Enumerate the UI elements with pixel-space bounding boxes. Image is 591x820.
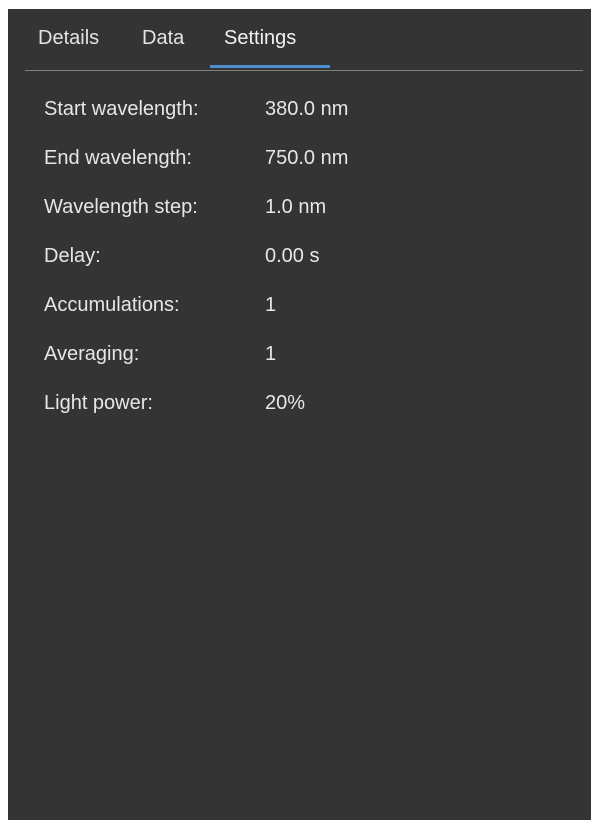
averaging-label: Averaging: bbox=[44, 343, 140, 365]
active-tab-indicator bbox=[210, 65, 330, 68]
end-wavelength-value: 750.0 nm bbox=[265, 147, 349, 169]
delay-value: 0.00 s bbox=[265, 245, 320, 267]
averaging-value: 1 bbox=[265, 343, 277, 365]
setting-row-light-power: Light power: 20% bbox=[44, 388, 564, 437]
tab-settings[interactable]: Settings bbox=[224, 27, 296, 63]
setting-row-start-wavelength: Start wavelength: 380.0 nm bbox=[44, 94, 564, 143]
wavelength-step-label: Wavelength step: bbox=[44, 196, 198, 218]
tab-data[interactable]: Data bbox=[142, 27, 184, 63]
settings-list: Start wavelength: 380.0 nm End wavelengt… bbox=[44, 94, 564, 437]
end-wavelength-label: End wavelength: bbox=[44, 147, 192, 169]
tab-divider bbox=[25, 70, 583, 71]
settings-panel: Details Data Settings Start wavelength: … bbox=[8, 9, 591, 820]
start-wavelength-value: 380.0 nm bbox=[265, 98, 349, 120]
delay-label: Delay: bbox=[44, 245, 101, 267]
tab-bar: Details Data Settings bbox=[8, 9, 591, 71]
tab-details[interactable]: Details bbox=[38, 27, 99, 63]
accumulations-value: 1 bbox=[265, 294, 277, 316]
setting-row-end-wavelength: End wavelength: 750.0 nm bbox=[44, 143, 564, 192]
setting-row-averaging: Averaging: 1 bbox=[44, 339, 564, 388]
light-power-label: Light power: bbox=[44, 392, 153, 414]
setting-row-delay: Delay: 0.00 s bbox=[44, 241, 564, 290]
accumulations-label: Accumulations: bbox=[44, 294, 180, 316]
wavelength-step-value: 1.0 nm bbox=[265, 196, 327, 218]
start-wavelength-label: Start wavelength: bbox=[44, 98, 199, 120]
setting-row-wavelength-step: Wavelength step: 1.0 nm bbox=[44, 192, 564, 241]
light-power-value: 20% bbox=[265, 392, 306, 414]
setting-row-accumulations: Accumulations: 1 bbox=[44, 290, 564, 339]
